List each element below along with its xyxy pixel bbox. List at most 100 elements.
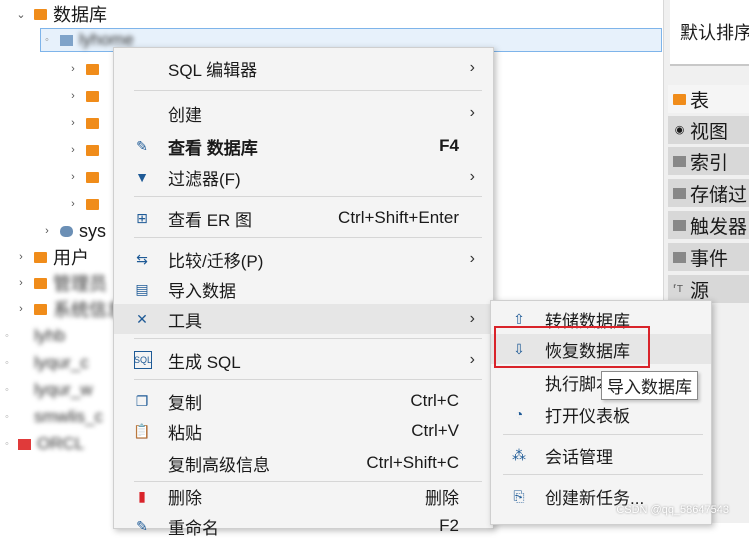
tab-tables[interactable]: 表 (668, 85, 749, 113)
connection-name: lyhb (34, 326, 66, 345)
menu-item-view-er[interactable]: ⊞ 查看 ER 图 Ctrl+Shift+Enter (114, 203, 493, 233)
menu-item-filter[interactable]: ▼ 过滤器(F) › (114, 162, 493, 192)
chevron-right-icon[interactable]: › (14, 251, 28, 263)
tree-conn-3[interactable]: ◦ lyqur_w (0, 377, 93, 403)
database-icon (60, 34, 73, 46)
chevron-right-icon[interactable]: › (66, 198, 80, 210)
folder-icon (86, 198, 99, 210)
sort-header: 默认排序 (670, 0, 749, 66)
menu-label: 创建 (168, 105, 202, 125)
tab-label: 索引 (690, 152, 729, 174)
new-task-icon: ⎘ (513, 487, 525, 504)
tree-child-folder-1[interactable]: › (66, 110, 105, 136)
tree-child-folder-3[interactable]: › (66, 164, 105, 190)
chevron-right-icon[interactable]: › (66, 171, 80, 183)
tree-conn-4[interactable]: ◦ smwlis_c (0, 404, 103, 430)
session-tree-icon: ⁂ (512, 446, 526, 463)
menu-item-delete[interactable]: ▮ 删除 删除 (114, 481, 493, 511)
tab-procedures[interactable]: 存储过 (668, 179, 749, 207)
menu-label: 复制 (168, 393, 202, 413)
source-icon: ⸢T (673, 283, 684, 295)
tree-item-users[interactable]: › 用户 (14, 244, 89, 270)
chevron-right-icon[interactable]: › (14, 277, 28, 289)
sql-icon: SQL (134, 351, 152, 369)
menu-separator (134, 338, 482, 339)
tree-item-sysinfo[interactable]: › 系统信息 (14, 296, 125, 322)
menu-item-sql-editor[interactable]: SQL 编辑器 › (114, 53, 493, 83)
admin-folder-icon (34, 277, 47, 289)
chevron-right-icon: › (469, 104, 475, 121)
menu-shortcut: Ctrl+Shift+C (366, 453, 459, 472)
index-icon (673, 155, 686, 167)
chevron-right-icon: › (469, 250, 475, 267)
tab-indexes[interactable]: 索引 (668, 147, 749, 175)
chevron-right-icon[interactable]: › (14, 303, 28, 315)
folder-icon (86, 117, 99, 129)
menu-shortcut: Ctrl+Shift+Enter (338, 208, 459, 227)
menu-separator (134, 379, 482, 380)
menu-label: 粘贴 (168, 423, 202, 443)
menu-item-view-database[interactable]: ✎ 查看 数据库 F4 (114, 131, 493, 161)
er-diagram-icon: ⊞ (136, 209, 148, 226)
chevron-right-icon[interactable]: › (66, 117, 80, 129)
table-icon (673, 93, 686, 105)
chevron-right-icon: › (469, 168, 475, 185)
menu-item-compare[interactable]: ⇆ 比较/迁移(P) › (114, 244, 493, 274)
sort-label: 默认排序 (680, 23, 749, 43)
tree-item-admin[interactable]: › 管理员 (14, 270, 107, 296)
submenu-item-session[interactable]: ⁂ 会话管理 (491, 440, 711, 470)
tree-child-folder-2[interactable]: › (66, 137, 105, 163)
menu-item-paste[interactable]: 📋 粘贴 Ctrl+V (114, 416, 493, 446)
menu-item-import[interactable]: ▤ 导入数据 (114, 274, 493, 304)
database-folder-icon (34, 8, 47, 20)
chevron-right-icon[interactable]: › (66, 90, 80, 102)
event-icon (673, 251, 686, 263)
tab-sources[interactable]: ⸢T 源 (668, 275, 749, 303)
menu-item-copy-advanced[interactable]: 复制高级信息 Ctrl+Shift+C (114, 448, 493, 478)
tree-child-views[interactable]: › (66, 83, 105, 109)
highlight-box (494, 326, 650, 368)
menu-shortcut: F4 (439, 136, 459, 155)
tables-folder-icon (86, 63, 99, 75)
menu-item-tools[interactable]: ✕ 工具 › (114, 304, 493, 334)
tab-label: 事件 (690, 248, 729, 270)
tree-root-database[interactable]: ⌄ 数据库 (14, 1, 107, 27)
menu-item-copy[interactable]: ❐ 复制 Ctrl+C (114, 386, 493, 416)
chevron-down-icon[interactable]: ⌄ (14, 8, 28, 21)
menu-label: SQL 编辑器 (168, 60, 258, 80)
sys-label: sys (79, 220, 106, 241)
context-menu: SQL 编辑器 › 创建 › ✎ 查看 数据库 F4 ▼ 过滤器(F) › ⊞ … (113, 47, 494, 538)
oracle-icon (18, 438, 31, 450)
trigger-icon (673, 219, 686, 231)
connection-icon: ◦ (5, 411, 9, 423)
chevron-right-icon[interactable]: › (40, 225, 54, 237)
chevron-right-icon[interactable]: › (66, 144, 80, 156)
tree-child-folder-4[interactable]: › (66, 191, 105, 217)
submenu-item-dashboard[interactable]: ◔ 打开仪表板 (491, 399, 711, 429)
tree-conn-5[interactable]: ◦ ORCL (0, 431, 84, 457)
menu-label: 查看 数据库 (168, 138, 258, 158)
view-icon: ◉ (674, 123, 685, 136)
menu-item-rename[interactable]: ✎ 重命名 F2 (114, 511, 493, 541)
tree-item-sys[interactable]: › sys (40, 218, 106, 244)
menu-item-create[interactable]: 创建 › (114, 98, 493, 128)
tab-label: 触发器 (690, 216, 748, 238)
chevron-collapse-icon[interactable]: ◦ (40, 34, 54, 46)
menu-shortcut: 删除 (425, 488, 459, 508)
menu-label: 复制高级信息 (168, 455, 270, 475)
database-icon (60, 225, 73, 237)
tree-child-tables[interactable]: › (66, 56, 105, 82)
tree-conn-2[interactable]: ◦ lyqur_c (0, 350, 89, 376)
menu-label: 重命名 (168, 518, 219, 538)
connection-name: smwlis_c (34, 407, 103, 426)
chevron-right-icon[interactable]: › (66, 63, 80, 75)
connection-icon: ◦ (5, 330, 9, 342)
sysinfo-folder-icon (34, 303, 47, 315)
tab-events[interactable]: 事件 (668, 243, 749, 271)
tab-views[interactable]: ◉ 视图 (668, 116, 749, 144)
tab-triggers[interactable]: 触发器 (668, 211, 749, 239)
connection-name: lyqur_w (34, 380, 93, 399)
tree-conn-1[interactable]: ◦ lyhb (0, 323, 65, 349)
menu-item-generate-sql[interactable]: SQL 生成 SQL › (114, 345, 493, 375)
users-label: 用户 (53, 248, 89, 268)
